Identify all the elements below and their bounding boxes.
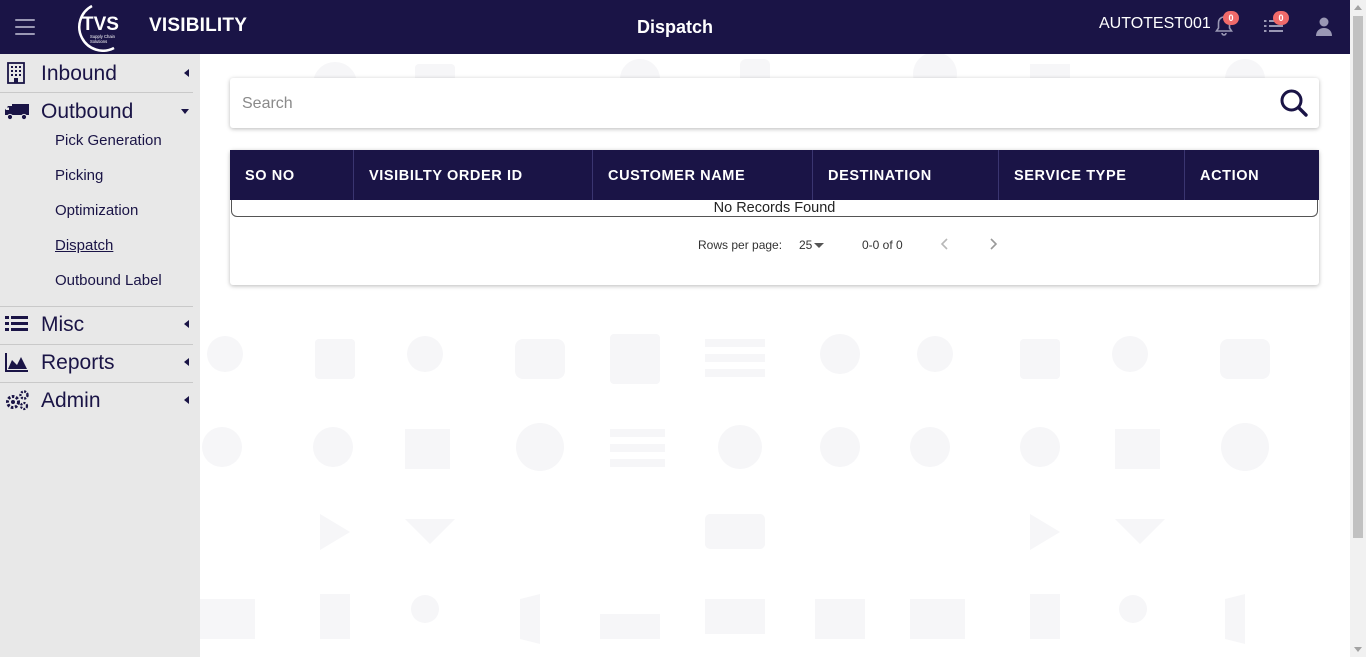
sidebar-section-label: Admin — [41, 389, 101, 412]
list-icon — [5, 316, 28, 331]
column-header-so-no[interactable]: SO NO — [230, 150, 353, 200]
dispatch-table: SO NO VISIBILTY ORDER ID CUSTOMER NAME D… — [230, 150, 1319, 285]
pagination: Rows per page: 25 0-0 of 0 — [230, 236, 1319, 256]
scroll-down-icon[interactable] — [1354, 647, 1362, 652]
table-header: SO NO VISIBILTY ORDER ID CUSTOMER NAME D… — [230, 150, 1319, 200]
brand-title: VISIBILITY — [149, 15, 248, 36]
caret-left-icon — [184, 320, 189, 328]
sidebar-section-misc[interactable]: Misc — [0, 306, 193, 343]
sidebar-section-admin[interactable]: Admin — [0, 382, 193, 419]
chevron-right-icon[interactable] — [986, 236, 1000, 252]
sidebar-section-inbound[interactable]: Inbound — [0, 55, 193, 92]
scroll-up-icon[interactable] — [1354, 5, 1362, 10]
sidebar-item-outbound-label[interactable]: Outbound Label — [55, 272, 162, 289]
caret-down-icon — [181, 109, 189, 114]
pagination-range: 0-0 of 0 — [862, 238, 903, 252]
user-icon — [1316, 17, 1332, 36]
sidebar-section-reports[interactable]: Reports — [0, 344, 193, 381]
sidebar-item-picking[interactable]: Picking — [55, 167, 103, 184]
rows-per-page-select[interactable]: 25 — [799, 238, 812, 252]
tasks-badge: 0 — [1273, 11, 1289, 25]
search-input[interactable] — [240, 90, 1244, 118]
column-header-action[interactable]: ACTION — [1184, 150, 1319, 200]
notifications-button[interactable]: 0 — [1212, 11, 1239, 38]
dropdown-caret-icon[interactable] — [814, 243, 824, 248]
empty-table-message: No Records Found — [231, 200, 1318, 217]
top-bar: TVS Supply Chain Solutions VISIBILITY Di… — [0, 0, 1350, 54]
chevron-left-icon[interactable] — [938, 236, 952, 252]
sidebar-section-label: Outbound — [41, 100, 134, 123]
cogs-icon — [6, 390, 29, 411]
sidebar-item-dispatch[interactable]: Dispatch — [55, 237, 113, 254]
column-header-destination[interactable]: DESTINATION — [812, 150, 998, 200]
column-header-service-type[interactable]: SERVICE TYPE — [998, 150, 1184, 200]
notifications-badge: 0 — [1223, 11, 1239, 25]
column-header-customer-name[interactable]: CUSTOMER NAME — [592, 150, 812, 200]
page-scrollbar[interactable] — [1350, 0, 1366, 657]
truck-icon — [5, 104, 29, 121]
tasks-button[interactable]: 0 — [1262, 11, 1289, 38]
rows-per-page-label: Rows per page: — [698, 238, 783, 252]
sidebar-section-label: Inbound — [41, 62, 117, 85]
caret-left-icon — [184, 358, 189, 366]
profile-button[interactable] — [1313, 14, 1337, 38]
search-icon[interactable] — [1279, 88, 1309, 118]
menu-toggle-icon[interactable] — [15, 19, 35, 35]
column-header-visibility-order-id[interactable]: VISIBILTY ORDER ID — [353, 150, 592, 200]
sidebar-section-label: Reports — [41, 351, 115, 374]
sidebar-section-label: Misc — [41, 313, 85, 336]
username[interactable]: AUTOTEST001 — [1099, 15, 1211, 33]
sidebar-item-optimization[interactable]: Optimization — [55, 202, 138, 219]
caret-left-icon — [184, 69, 189, 77]
sidebar-item-pick-generation[interactable]: Pick Generation — [55, 132, 162, 149]
area-chart-icon — [5, 353, 28, 372]
tvs-logo: TVS Supply Chain Solutions — [78, 4, 119, 52]
building-icon — [7, 62, 25, 84]
search-bar — [230, 78, 1319, 128]
caret-left-icon — [184, 396, 189, 404]
svg-text:TVS: TVS — [82, 14, 119, 35]
main-content: SO NO VISIBILTY ORDER ID CUSTOMER NAME D… — [200, 54, 1350, 657]
svg-text:Solutions: Solutions — [90, 39, 107, 44]
background-pattern — [200, 54, 1270, 644]
sidebar-section-outbound[interactable]: Outbound — [0, 93, 193, 130]
sidebar: Inbound Outbound Pick Generation Picking… — [0, 54, 200, 657]
scrollbar-thumb[interactable] — [1353, 16, 1363, 538]
